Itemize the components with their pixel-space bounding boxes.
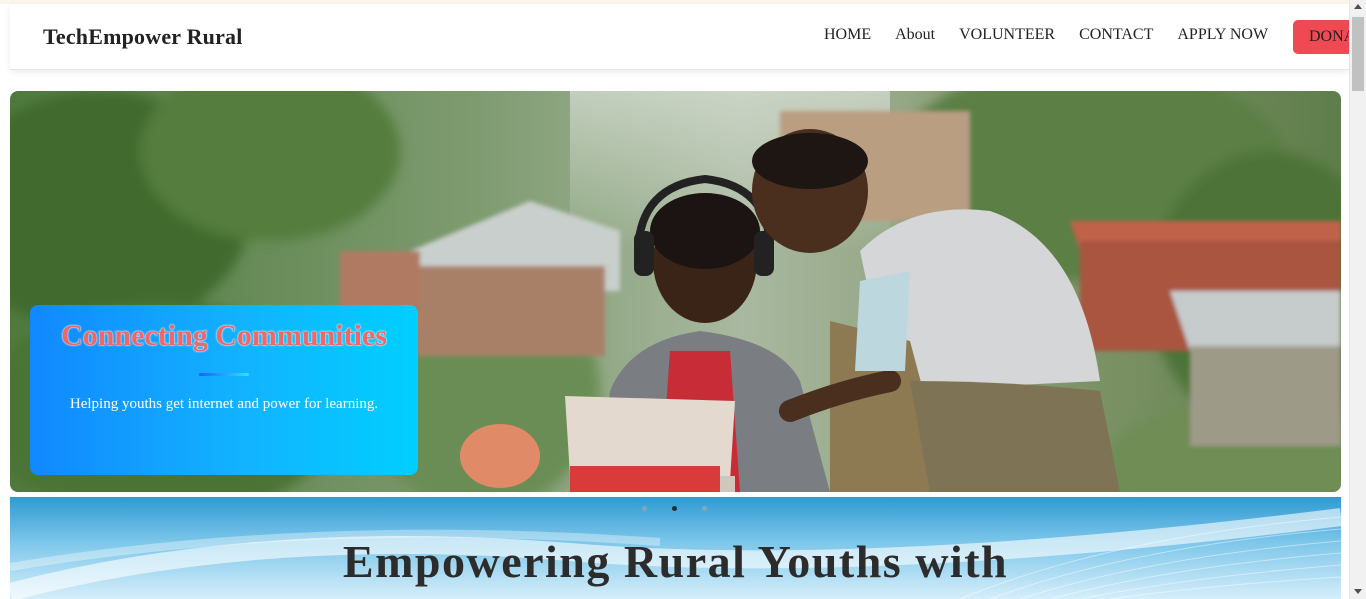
nav-apply-now-link[interactable]: APPLY NOW — [1177, 26, 1268, 44]
caption-divider — [199, 373, 249, 376]
hero-caption-card: Connecting Communities Helping youths ge… — [30, 305, 418, 475]
donate-button[interactable]: DONATE — [1293, 20, 1349, 54]
scroll-up-arrow-icon[interactable] — [1354, 4, 1362, 9]
scroll-thumb[interactable] — [1352, 17, 1364, 91]
intro-section: Empowering Rural Youths with — [10, 497, 1341, 599]
navbar: TechEmpower Rural HOME About VOLUNTEER C… — [10, 4, 1349, 70]
section-heading: Empowering Rural Youths with — [342, 536, 1009, 587]
nav-volunteer-link[interactable]: VOLUNTEER — [959, 26, 1055, 44]
carousel-dot-1[interactable] — [642, 506, 647, 511]
hero-caption-title: Connecting Communities — [61, 319, 387, 352]
main-nav: HOME About VOLUNTEER CONTACT APPLY NOW — [824, 26, 1292, 44]
page-scrollbar[interactable] — [1349, 0, 1366, 599]
nav-contact-link[interactable]: CONTACT — [1079, 26, 1153, 44]
nav-about-link[interactable]: About — [895, 26, 935, 44]
carousel-dot-2-active[interactable] — [672, 506, 677, 511]
carousel-dot-3[interactable] — [702, 506, 707, 511]
nav-home-link[interactable]: HOME — [824, 26, 871, 44]
carousel-indicators — [642, 506, 732, 511]
hero-caption-text: Helping youths get internet and power fo… — [69, 396, 379, 412]
hero-carousel: Connecting Communities Helping youths ge… — [10, 91, 1341, 492]
brand-logo-text[interactable]: TechEmpower Rural — [43, 24, 243, 50]
scroll-down-arrow-icon[interactable] — [1354, 589, 1362, 594]
